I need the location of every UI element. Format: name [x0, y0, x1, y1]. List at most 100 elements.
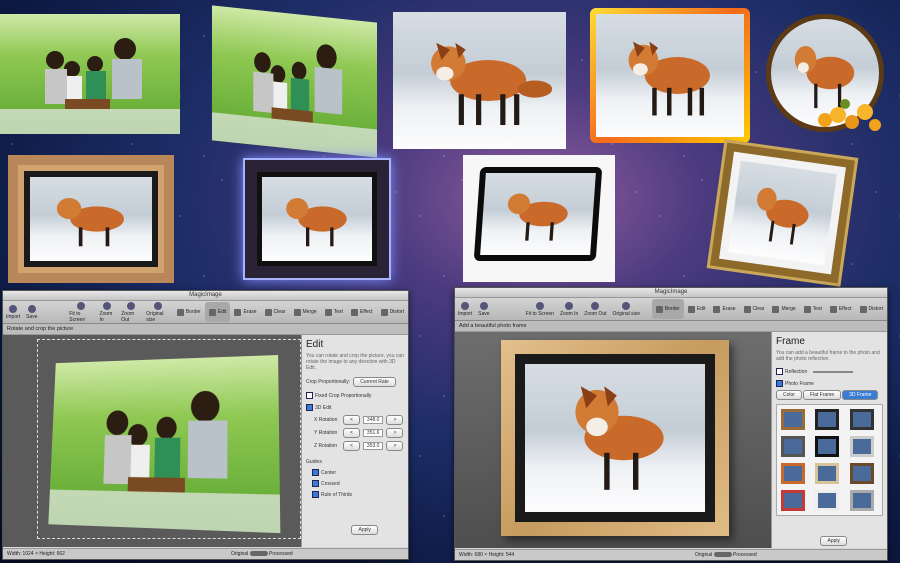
- canvas-family-photo: [48, 355, 281, 534]
- fox-photo: [393, 12, 566, 149]
- tab-border[interactable]: Border: [651, 299, 684, 319]
- original-size-icon: [154, 301, 163, 310]
- distort-icon: [380, 308, 388, 316]
- original-processed-toggle[interactable]: Original Processed: [231, 549, 293, 559]
- family-photo-tilted: [212, 5, 377, 158]
- window-title: MagicImage: [455, 288, 887, 298]
- merge-icon: [293, 308, 301, 316]
- frame-thumb[interactable]: [849, 463, 874, 484]
- guide-crossed-checkbox[interactable]: [312, 480, 319, 487]
- fit-button[interactable]: Fit to Screen: [66, 301, 96, 323]
- crop-proportion-select[interactable]: Current Rate: [353, 377, 396, 387]
- frame-thumb[interactable]: [781, 490, 805, 511]
- image-dimensions: Width: 680 × Height: 544: [459, 552, 515, 558]
- status-bar: Width: 680 × Height: 544 Original Proces…: [455, 549, 887, 560]
- tab-clear[interactable]: Clear: [261, 302, 290, 322]
- guide-thirds-checkbox[interactable]: [312, 491, 319, 498]
- edit-icon: [687, 305, 695, 313]
- tab-edit[interactable]: Edit: [684, 299, 710, 319]
- tab-merge[interactable]: Merge: [768, 299, 799, 319]
- left-app-window: MagicImage Import Save Fit to Screen Zoo…: [2, 290, 409, 560]
- y-rotation-increment[interactable]: >: [386, 428, 404, 438]
- frame-tab-flat[interactable]: Flat Frame: [802, 390, 842, 400]
- frame-thumb[interactable]: [815, 436, 840, 457]
- import-button[interactable]: Import: [3, 304, 23, 320]
- frame-thumb[interactable]: [849, 409, 874, 430]
- hint-bar: Add a beautiful photo frame: [455, 321, 887, 332]
- frame-thumb[interactable]: [781, 436, 805, 457]
- clear-icon: [743, 305, 751, 313]
- import-button[interactable]: Import: [455, 301, 475, 317]
- tab-distort[interactable]: Distort: [856, 299, 887, 319]
- original-processed-toggle[interactable]: Original Processed: [695, 550, 757, 560]
- save-button[interactable]: Save: [475, 301, 492, 317]
- x-rotation-decrement[interactable]: <: [343, 415, 360, 425]
- fixed-crop-checkbox[interactable]: [306, 392, 313, 399]
- image-canvas[interactable]: [455, 332, 771, 548]
- zoom-in-button[interactable]: Zoom In: [557, 301, 581, 317]
- frame-thumb[interactable]: [849, 490, 874, 511]
- zoom-out-button[interactable]: Zoom Out: [581, 301, 609, 317]
- x-rotation-field[interactable]: 348.0: [362, 416, 384, 424]
- flower-decoration: [810, 90, 885, 135]
- panel-description: You can rotate and crop the picture, you…: [306, 353, 404, 371]
- toggle-switch[interactable]: [249, 551, 268, 557]
- tab-distort[interactable]: Distort: [377, 302, 408, 322]
- effect-icon: [350, 308, 358, 316]
- frame-tab-3d[interactable]: 3D Frame: [842, 390, 879, 400]
- apply-button[interactable]: Apply: [351, 525, 378, 535]
- fixed-crop-label: Fixed Crop Proportionally: [315, 392, 372, 399]
- frame-panel: Frame You can add a beautiful frame to t…: [771, 332, 887, 548]
- panel-title: Frame: [776, 336, 805, 347]
- tab-merge[interactable]: Merge: [290, 302, 321, 322]
- y-rotation-field[interactable]: 351.6: [362, 429, 384, 437]
- tab-clear[interactable]: Clear: [740, 299, 769, 319]
- original-size-button[interactable]: Original size: [143, 301, 173, 323]
- frame-thumb[interactable]: [815, 490, 840, 511]
- frame-thumb[interactable]: [815, 463, 840, 484]
- guide-center-checkbox[interactable]: [312, 469, 319, 476]
- y-rotation-label: Y Rotation: [314, 430, 338, 436]
- photo-frame-checkbox[interactable]: [776, 380, 783, 387]
- fit-button[interactable]: Fit to Screen: [523, 301, 557, 317]
- frame-thumb[interactable]: [815, 409, 840, 430]
- fit-icon: [535, 301, 544, 310]
- frame-thumb[interactable]: [781, 409, 805, 430]
- z-rotation-increment[interactable]: >: [386, 441, 404, 451]
- toggle-switch[interactable]: [713, 552, 732, 558]
- edit-3d-checkbox[interactable]: [306, 404, 313, 411]
- original-size-button[interactable]: Original size: [610, 301, 644, 317]
- x-rotation-increment[interactable]: >: [386, 415, 404, 425]
- photo-frame-label: Photo Frame: [785, 380, 814, 387]
- frame-thumb[interactable]: [849, 436, 874, 457]
- y-rotation-decrement[interactable]: <: [343, 428, 360, 438]
- tab-edit[interactable]: Edit: [204, 302, 231, 322]
- apply-button[interactable]: Apply: [820, 536, 847, 546]
- image-dimensions: Width: 1024 × Height: 662: [7, 551, 65, 557]
- frame-tab-color[interactable]: Color: [776, 390, 802, 400]
- family-photo: [0, 14, 180, 134]
- tab-text[interactable]: Text: [800, 299, 826, 319]
- edit-icon: [208, 308, 216, 316]
- image-canvas[interactable]: [3, 335, 301, 547]
- erase-icon: [234, 308, 242, 316]
- zoom-out-button[interactable]: Zoom Out: [118, 301, 143, 323]
- tab-effect[interactable]: Effect: [347, 302, 377, 322]
- tab-effect[interactable]: Effect: [826, 299, 856, 319]
- reflection-checkbox[interactable]: [776, 368, 783, 375]
- zoom-in-button[interactable]: Zoom In: [97, 301, 119, 323]
- tab-border[interactable]: Border: [173, 302, 205, 322]
- toolbar: Import Save Fit to Screen Zoom In Zoom O…: [455, 298, 887, 321]
- zoom-in-icon: [565, 301, 574, 310]
- tab-erase[interactable]: Erase: [709, 299, 739, 319]
- reflection-slider[interactable]: [812, 370, 853, 373]
- z-rotation-decrement[interactable]: <: [343, 441, 360, 451]
- window-title: MagicImage: [3, 291, 408, 301]
- z-rotation-field[interactable]: 353.0: [362, 442, 384, 450]
- reflection-label: Reflection: [785, 368, 808, 375]
- tab-text[interactable]: Text: [321, 302, 347, 322]
- tab-erase[interactable]: Erase: [230, 302, 260, 322]
- import-icon: [461, 301, 470, 310]
- frame-thumb[interactable]: [781, 463, 805, 484]
- save-button[interactable]: Save: [23, 304, 40, 320]
